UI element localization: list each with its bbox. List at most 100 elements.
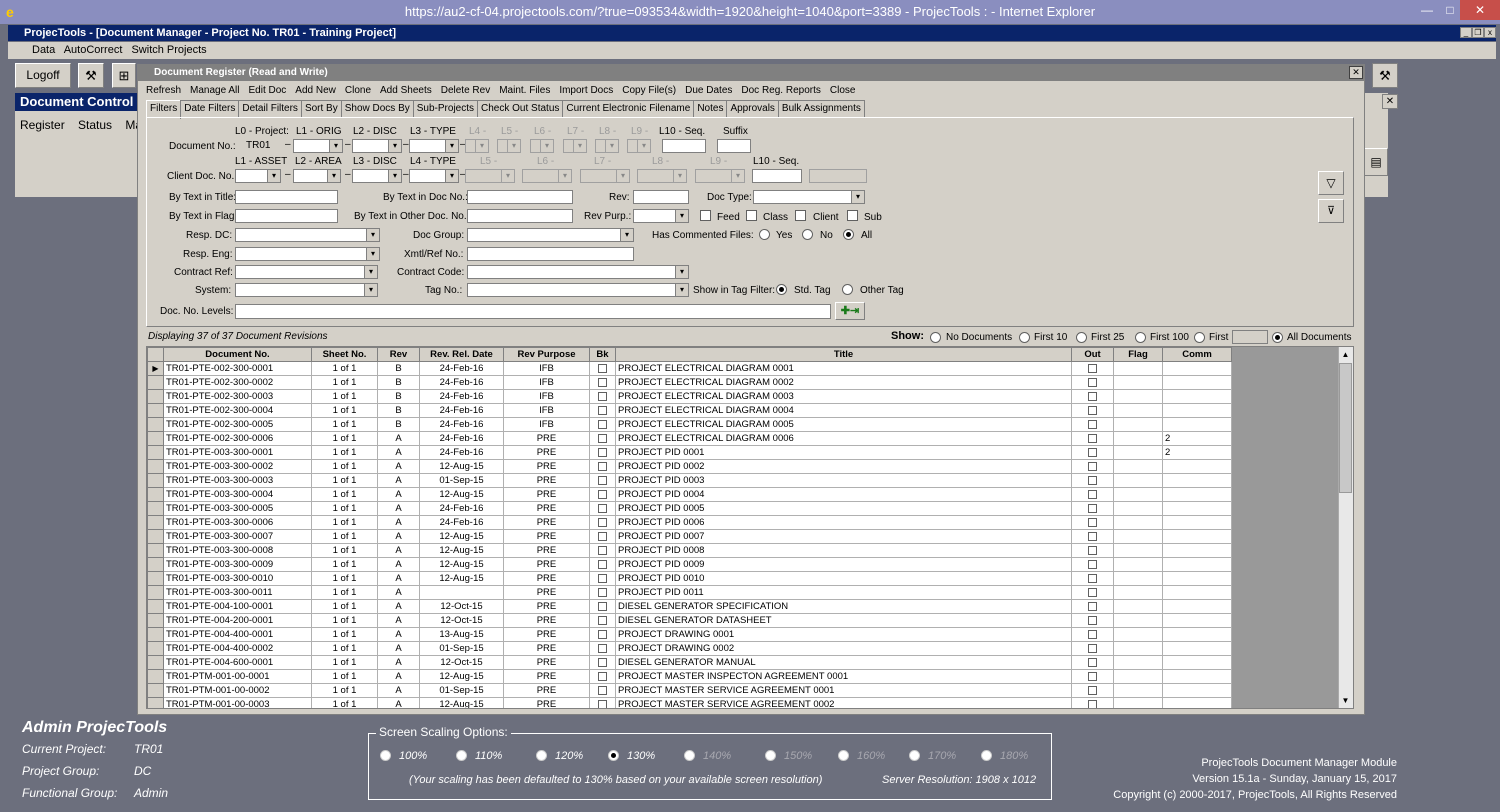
menu-maint-files[interactable]: Maint. Files (499, 85, 550, 96)
cell-sheet-no[interactable]: 1 of 1 (311, 389, 378, 404)
bk-checkbox[interactable] (598, 531, 607, 541)
cell-rev-purpose[interactable]: PRE (503, 627, 590, 642)
l9-dropdown[interactable] (627, 139, 651, 153)
xmtl-input[interactable] (467, 247, 634, 261)
add-level-icon[interactable]: ✚⇥ (835, 302, 865, 320)
status-link[interactable]: Status (78, 118, 112, 132)
cell-rev-rel-date[interactable]: 12-Aug-15 (419, 557, 504, 572)
client-disc-dropdown[interactable] (352, 169, 402, 183)
cell-sheet-no[interactable]: 1 of 1 (311, 417, 378, 432)
cell-rev[interactable]: A (377, 431, 420, 446)
sub-checkbox[interactable] (847, 210, 858, 221)
clipboard-icon[interactable]: ▤ (1364, 148, 1388, 176)
table-row[interactable]: TR01-PTE-003-300-0006 1 of 1 A 24-Feb-16 PRE… (147, 515, 1232, 530)
cell-bk[interactable] (589, 529, 616, 544)
cell-comm[interactable] (1162, 683, 1232, 698)
cell-bk[interactable] (589, 697, 616, 708)
cell-title[interactable]: PROJECT PID 0008 (615, 543, 1072, 558)
tools-right-icon[interactable]: ⚒ (1372, 63, 1398, 88)
cell-document-no[interactable]: TR01-PTE-003-300-0003 (163, 473, 312, 488)
cell-out[interactable] (1071, 697, 1114, 708)
scale-radio[interactable] (536, 750, 547, 761)
cell-sheet-no[interactable]: 1 of 1 (311, 669, 378, 684)
cell-out[interactable] (1071, 627, 1114, 642)
cell-rev-purpose[interactable]: PRE (503, 459, 590, 474)
out-checkbox[interactable] (1088, 573, 1097, 583)
table-row[interactable]: TR01-PTE-004-600-0001 1 of 1 A 12-Oct-15 PRE… (147, 655, 1232, 670)
cell-document-no[interactable]: TR01-PTE-002-300-0006 (163, 431, 312, 446)
cell-document-no[interactable]: TR01-PTE-003-300-0008 (163, 543, 312, 558)
cell-bk[interactable] (589, 403, 616, 418)
cell-document-no[interactable]: TR01-PTE-004-400-0002 (163, 641, 312, 656)
col-sheet-no[interactable]: Sheet No. (311, 347, 378, 362)
resp-dc-dropdown[interactable] (235, 228, 380, 242)
grid-scrollbar-thumb[interactable] (1339, 363, 1352, 493)
scale-radio[interactable] (765, 750, 776, 761)
cell-flag[interactable] (1113, 655, 1163, 670)
menu-copy-files[interactable]: Copy File(s) (622, 85, 676, 96)
cell-title[interactable]: PROJECT MASTER SERVICE AGREEMENT 0001 (615, 683, 1072, 698)
cell-comm[interactable] (1162, 403, 1232, 418)
cell-sheet-no[interactable]: 1 of 1 (311, 529, 378, 544)
cell-rev-purpose[interactable]: IFB (503, 417, 590, 432)
cell-rev[interactable]: A (377, 613, 420, 628)
cell-comm[interactable]: 2 (1162, 445, 1232, 460)
bk-checkbox[interactable] (598, 629, 607, 639)
bk-checkbox[interactable] (598, 615, 607, 625)
other-tag-radio[interactable] (842, 284, 853, 295)
cell-flag[interactable] (1113, 473, 1163, 488)
suffix-input[interactable] (717, 139, 751, 153)
row-selector[interactable] (147, 473, 164, 488)
cell-comm[interactable] (1162, 543, 1232, 558)
out-checkbox[interactable] (1088, 559, 1097, 569)
cell-document-no[interactable]: TR01-PTE-003-300-0001 (163, 445, 312, 460)
out-checkbox[interactable] (1088, 629, 1097, 639)
show-none-radio[interactable] (930, 332, 941, 343)
cell-sheet-no[interactable]: 1 of 1 (311, 641, 378, 656)
cell-comm[interactable] (1162, 585, 1232, 600)
cell-rev[interactable]: A (377, 501, 420, 516)
menu-add-new[interactable]: Add New (295, 85, 336, 96)
contract-ref-dropdown[interactable] (235, 265, 378, 279)
client-l9-dropdown[interactable] (695, 169, 745, 183)
show-first-n-radio[interactable] (1194, 332, 1205, 343)
scale-radio[interactable] (838, 750, 849, 761)
tab-current-electronic-filename[interactable]: Current Electronic Filename (562, 100, 695, 117)
table-row[interactable]: TR01-PTM-001-00-0001 1 of 1 A 12-Aug-15 PRE P… (147, 669, 1232, 684)
row-selector[interactable] (147, 487, 164, 502)
tab-approvals[interactable]: Approvals (726, 100, 779, 117)
cell-comm[interactable] (1162, 655, 1232, 670)
col-rev-rel-date[interactable]: Rev. Rel. Date (419, 347, 504, 362)
disc-dropdown[interactable] (352, 139, 402, 153)
row-selector[interactable] (147, 683, 164, 698)
out-checkbox[interactable] (1088, 503, 1097, 513)
cell-flag[interactable] (1113, 543, 1163, 558)
cell-rev[interactable]: A (377, 683, 420, 698)
table-row[interactable]: TR01-PTE-003-300-0002 1 of 1 A 12-Aug-15 PRE… (147, 459, 1232, 474)
cell-rev-rel-date[interactable]: 24-Feb-16 (419, 417, 504, 432)
cell-sheet-no[interactable]: 1 of 1 (311, 501, 378, 516)
cell-sheet-no[interactable]: 1 of 1 (311, 655, 378, 670)
cell-sheet-no[interactable]: 1 of 1 (311, 557, 378, 572)
cell-sheet-no[interactable]: 1 of 1 (311, 431, 378, 446)
out-checkbox[interactable] (1088, 643, 1097, 653)
cell-out[interactable] (1071, 599, 1114, 614)
cell-out[interactable] (1071, 655, 1114, 670)
cell-document-no[interactable]: TR01-PTE-003-300-0011 (163, 585, 312, 600)
table-row[interactable]: TR01-PTE-003-300-0009 1 of 1 A 12-Aug-15 PRE… (147, 557, 1232, 572)
cell-document-no[interactable]: TR01-PTE-004-100-0001 (163, 599, 312, 614)
cell-rev-purpose[interactable]: PRE (503, 473, 590, 488)
cell-sheet-no[interactable]: 1 of 1 (311, 697, 378, 708)
tab-notes[interactable]: Notes (693, 100, 728, 117)
cell-title[interactable]: PROJECT PID 0004 (615, 487, 1072, 502)
system-dropdown[interactable] (235, 283, 378, 297)
cell-bk[interactable] (589, 613, 616, 628)
cell-rev-rel-date[interactable]: 24-Feb-16 (419, 389, 504, 404)
commented-all-radio[interactable] (843, 229, 854, 240)
row-selector[interactable] (147, 529, 164, 544)
bk-checkbox[interactable] (598, 587, 607, 597)
cell-rev-purpose[interactable]: PRE (503, 515, 590, 530)
out-checkbox[interactable] (1088, 405, 1097, 415)
cell-flag[interactable] (1113, 445, 1163, 460)
cell-document-no[interactable]: TR01-PTE-003-300-0002 (163, 459, 312, 474)
